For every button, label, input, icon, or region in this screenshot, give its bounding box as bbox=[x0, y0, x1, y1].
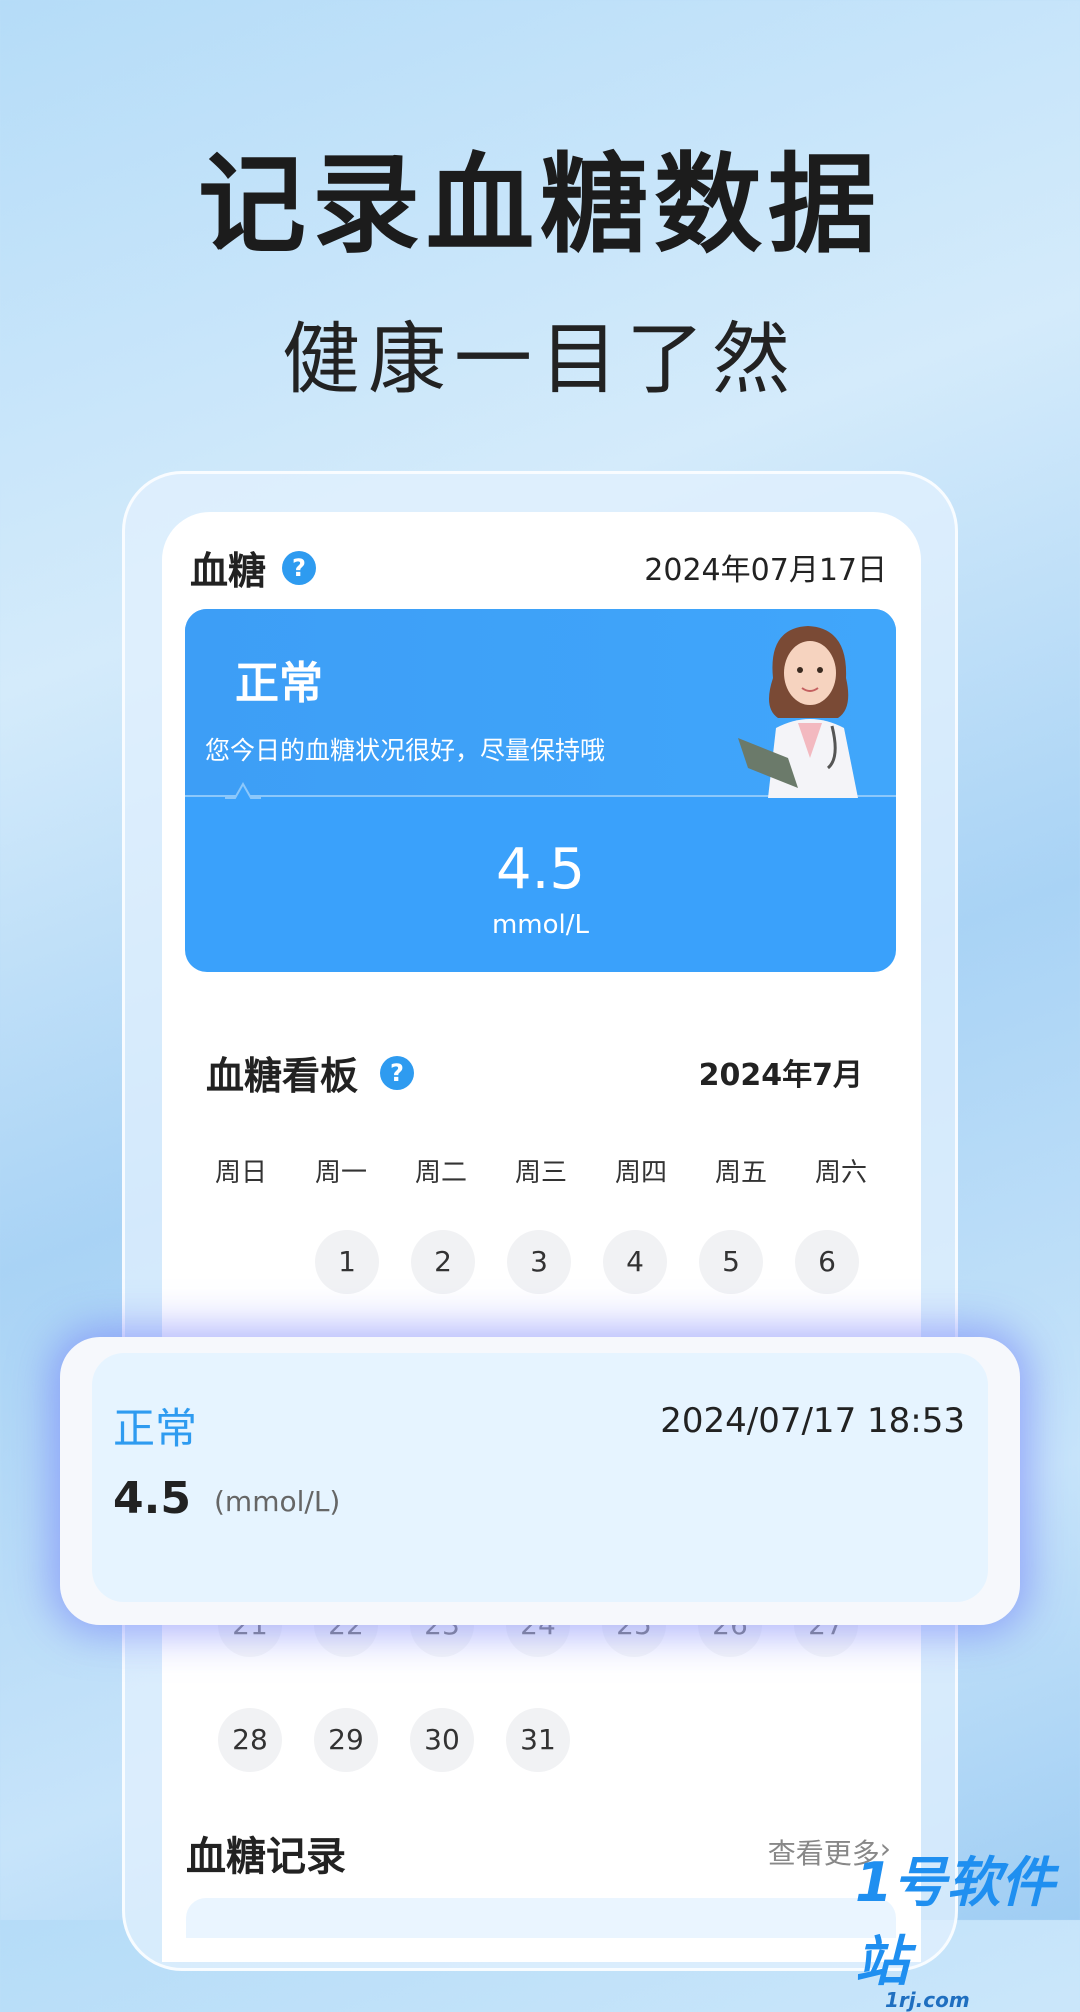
hero-subtitle: 健康一目了然 bbox=[281, 315, 798, 405]
header-title-group: 血糖 ? bbox=[190, 540, 317, 595]
record-value: 4.5 bbox=[113, 1473, 191, 1524]
calendar-day[interactable]: 3 bbox=[507, 1230, 571, 1294]
watermark-sub: 1rj.com bbox=[885, 1988, 970, 2012]
record-unit: (mmol/L) bbox=[214, 1485, 341, 1518]
question-circle-icon[interactable]: ? bbox=[380, 1055, 415, 1090]
weekday: 周三 bbox=[514, 1158, 567, 1188]
board-month[interactable]: 2024年7月 bbox=[699, 1050, 863, 1094]
record-status: 正常 bbox=[113, 1404, 198, 1453]
pointer-notch bbox=[225, 781, 261, 799]
status-value: 4.5 bbox=[495, 837, 586, 902]
record-datetime: 2024/07/17 18:53 bbox=[660, 1401, 965, 1441]
record-list-card[interactable] bbox=[186, 1898, 896, 1938]
hero-title: 记录血糖数据 bbox=[197, 143, 882, 268]
watermark-text: 1号软件站 bbox=[855, 1851, 1055, 1993]
calendar-day[interactable]: 4 bbox=[603, 1230, 667, 1294]
calendar-week-last: 28 29 30 31 bbox=[218, 1708, 570, 1772]
calendar-day[interactable]: 30 bbox=[410, 1708, 474, 1772]
calendar-day[interactable]: 31 bbox=[506, 1708, 570, 1772]
weekday: 周日 bbox=[214, 1158, 267, 1188]
status-unit: mmol/L bbox=[491, 910, 590, 940]
calendar-day[interactable]: 1 bbox=[315, 1230, 379, 1294]
status-message: 您今日的血糖状况很好，尽量保持哦 bbox=[205, 736, 606, 765]
records-title: 血糖记录 bbox=[186, 1834, 346, 1880]
header-date[interactable]: 2024年07月17日 bbox=[644, 545, 887, 589]
weekday: 周六 bbox=[814, 1158, 867, 1188]
record-popup-card[interactable]: 正常 2024/07/17 18:53 4.5 (mmol/L) bbox=[60, 1337, 1020, 1625]
doctor-illustration-icon bbox=[738, 626, 858, 798]
weekday: 周一 bbox=[314, 1158, 367, 1188]
calendar-day[interactable]: 5 bbox=[699, 1230, 763, 1294]
status-card: 正常 您今日的血糖状况很好，尽量保持哦 4.5 mmol/L bbox=[185, 609, 896, 972]
weekday: 周四 bbox=[614, 1158, 667, 1188]
calendar-day[interactable]: 28 bbox=[218, 1708, 282, 1772]
page-title: 血糖 bbox=[190, 549, 267, 593]
calendar-day[interactable]: 29 bbox=[314, 1708, 378, 1772]
record-popup-inner: 正常 2024/07/17 18:53 4.5 (mmol/L) bbox=[92, 1353, 988, 1602]
question-circle-icon[interactable]: ? bbox=[282, 550, 317, 585]
calendar-day[interactable]: 6 bbox=[795, 1230, 859, 1294]
watermark-logo: 1号软件站 1rj.com bbox=[855, 1838, 1080, 2012]
weekday-row: 周日 周一 周二 周三 周四 周五 周六 bbox=[191, 1152, 891, 1189]
weekday: 周五 bbox=[714, 1158, 767, 1188]
weekday: 周二 bbox=[414, 1158, 467, 1188]
calendar-week-1: 1 2 3 4 5 6 bbox=[315, 1230, 859, 1294]
board-title: 血糖看板 bbox=[206, 1054, 359, 1098]
calendar-day[interactable]: 2 bbox=[411, 1230, 475, 1294]
status-label: 正常 bbox=[235, 658, 323, 709]
board-title-group: 血糖看板 ? bbox=[206, 1045, 415, 1100]
